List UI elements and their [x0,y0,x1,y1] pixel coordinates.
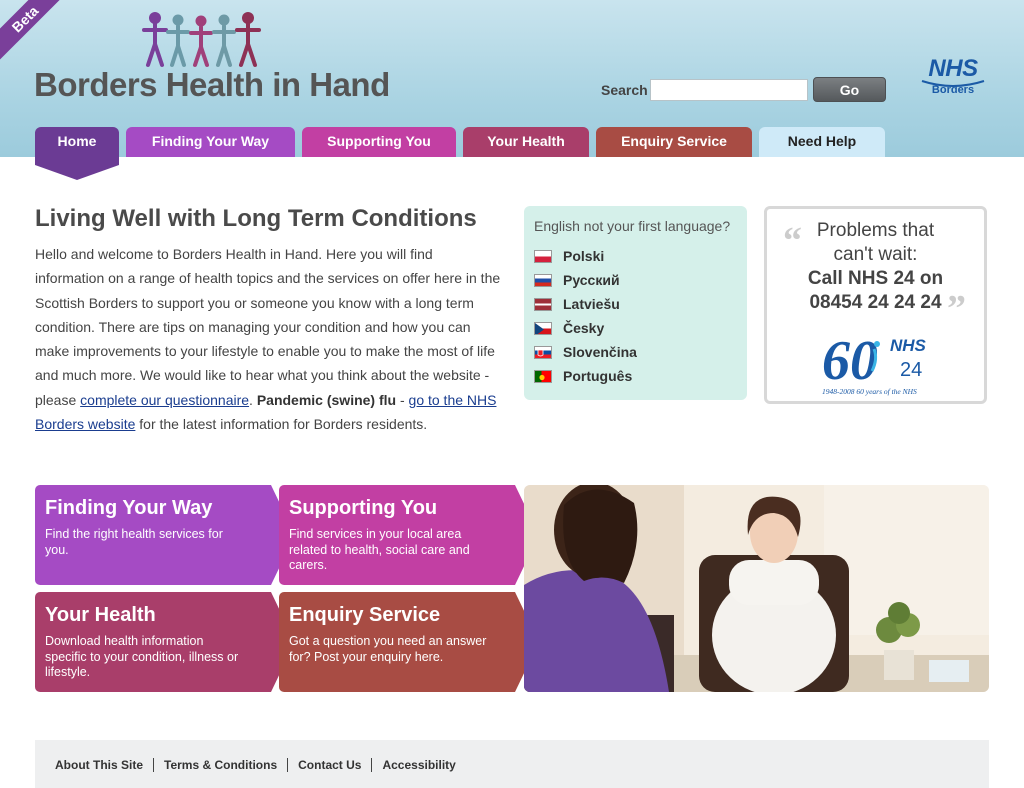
consultation-photo [524,485,989,692]
search-label: Search [601,82,648,98]
intro-text: for the latest information for Borders r… [135,416,428,433]
intro-text: - [396,391,409,408]
language-link-slovencina[interactable]: Slovenčina [534,340,737,364]
tile-description: Download health information specific to … [45,634,239,679]
nhs-logo-text: NHS [928,55,978,82]
tab-need-help[interactable]: Need Help [759,127,885,157]
language-link-polski[interactable]: Polski [534,244,737,268]
footer-link-terms[interactable]: Terms & Conditions [153,758,287,772]
nhs24-logo-nhs: NHS [890,336,927,355]
czech-flag-icon [534,321,552,335]
language-link-portugues[interactable]: Português [534,364,737,388]
language-label: Latviešu [563,296,620,312]
logo-people-icon [142,12,261,67]
intro-paragraph: Hello and welcome to Borders Health in H… [35,242,505,436]
flu-notice: Pandemic (swine) flu [256,391,397,408]
language-panel-title: English not your first language? [534,218,731,234]
tab-home[interactable]: Home [35,127,119,165]
language-link-russian[interactable]: Русский [534,268,737,292]
tile-title: Finding Your Way [45,497,213,519]
language-link-latviesu[interactable]: Latviešu [534,292,737,316]
tile-description: Find the right health services for you. [45,527,223,557]
beta-ribbon: Beta [0,0,72,66]
footer-link-accessibility[interactable]: Accessibility [371,758,465,772]
language-panel: English not your first language? Polski … [524,206,747,400]
footer-link-contact[interactable]: Contact Us [287,758,371,772]
tile-your-health[interactable]: Your Health Download health information … [35,592,295,692]
language-label: Česky [563,320,605,336]
footer-links: About This Site Terms & Conditions Conta… [55,758,466,772]
active-tab-indicator [35,165,119,180]
portugal-flag-icon [534,369,552,383]
tile-description: Got a question you need an answer for? P… [289,634,487,664]
tile-enquiry-service[interactable]: Enquiry Service Got a question you need … [279,592,539,692]
tile-supporting-you[interactable]: Supporting You Find services in your loc… [279,485,539,585]
tile-finding-your-way[interactable]: Finding Your Way Find the right health s… [35,485,295,585]
poland-flag-icon [534,249,552,263]
nhs24-heading: Problems that can't wait: [767,219,984,267]
search-input[interactable] [650,79,808,101]
site-header: Beta Borders Health in Hand Search Go NH… [0,0,1024,165]
tab-supporting-you[interactable]: Supporting You [302,127,456,157]
site-title[interactable]: Borders Health in Hand [34,66,390,104]
slovakia-flag-icon [534,345,552,359]
tab-enquiry-service[interactable]: Enquiry Service [596,127,752,157]
site-footer: About This Site Terms & Conditions Conta… [35,740,989,788]
russia-flag-icon [534,273,552,287]
tab-finding-your-way[interactable]: Finding Your Way [126,127,295,157]
nhs24-callout: “ Problems that can't wait: Call NHS 24 … [764,206,987,404]
close-quote-icon: ” [947,288,966,330]
language-label: Polski [563,248,605,264]
nhs-logo-subtitle: Borders [931,84,975,96]
intro-text: Hello and welcome to Borders Health in H… [35,246,501,408]
nhs24-heading-line: can't wait: [833,244,918,265]
intro-text: . [249,391,257,408]
latvia-flag-icon [534,297,552,311]
language-label: Slovenčina [563,344,637,360]
nhs24-60-years-logo: 60 NHS 24 1948-2008 60 years of the NHS [822,330,927,396]
language-link-cesky[interactable]: Česky [534,316,737,340]
nhs24-logo-caption: 1948-2008 60 years of the NHS [822,387,917,396]
tile-title: Enquiry Service [289,604,441,626]
nhs24-logo-24: 24 [900,359,922,381]
tile-description: Find services in your local area related… [289,527,470,572]
language-label: Português [563,368,633,384]
page-title: Living Well with Long Term Conditions [35,205,477,232]
tile-title: Supporting You [289,497,438,519]
tile-title: Your Health [45,604,156,626]
nhs-borders-logo[interactable]: NHS Borders [918,55,988,107]
language-label: Русский [563,272,620,288]
go-button[interactable]: Go [813,77,886,102]
tab-your-health[interactable]: Your Health [463,127,589,157]
nhs24-heading-line: Problems that [816,220,935,241]
nhs24-logo-number: 60 [822,330,878,392]
footer-link-about[interactable]: About This Site [55,758,153,772]
questionnaire-link[interactable]: complete our questionnaire [80,392,249,408]
